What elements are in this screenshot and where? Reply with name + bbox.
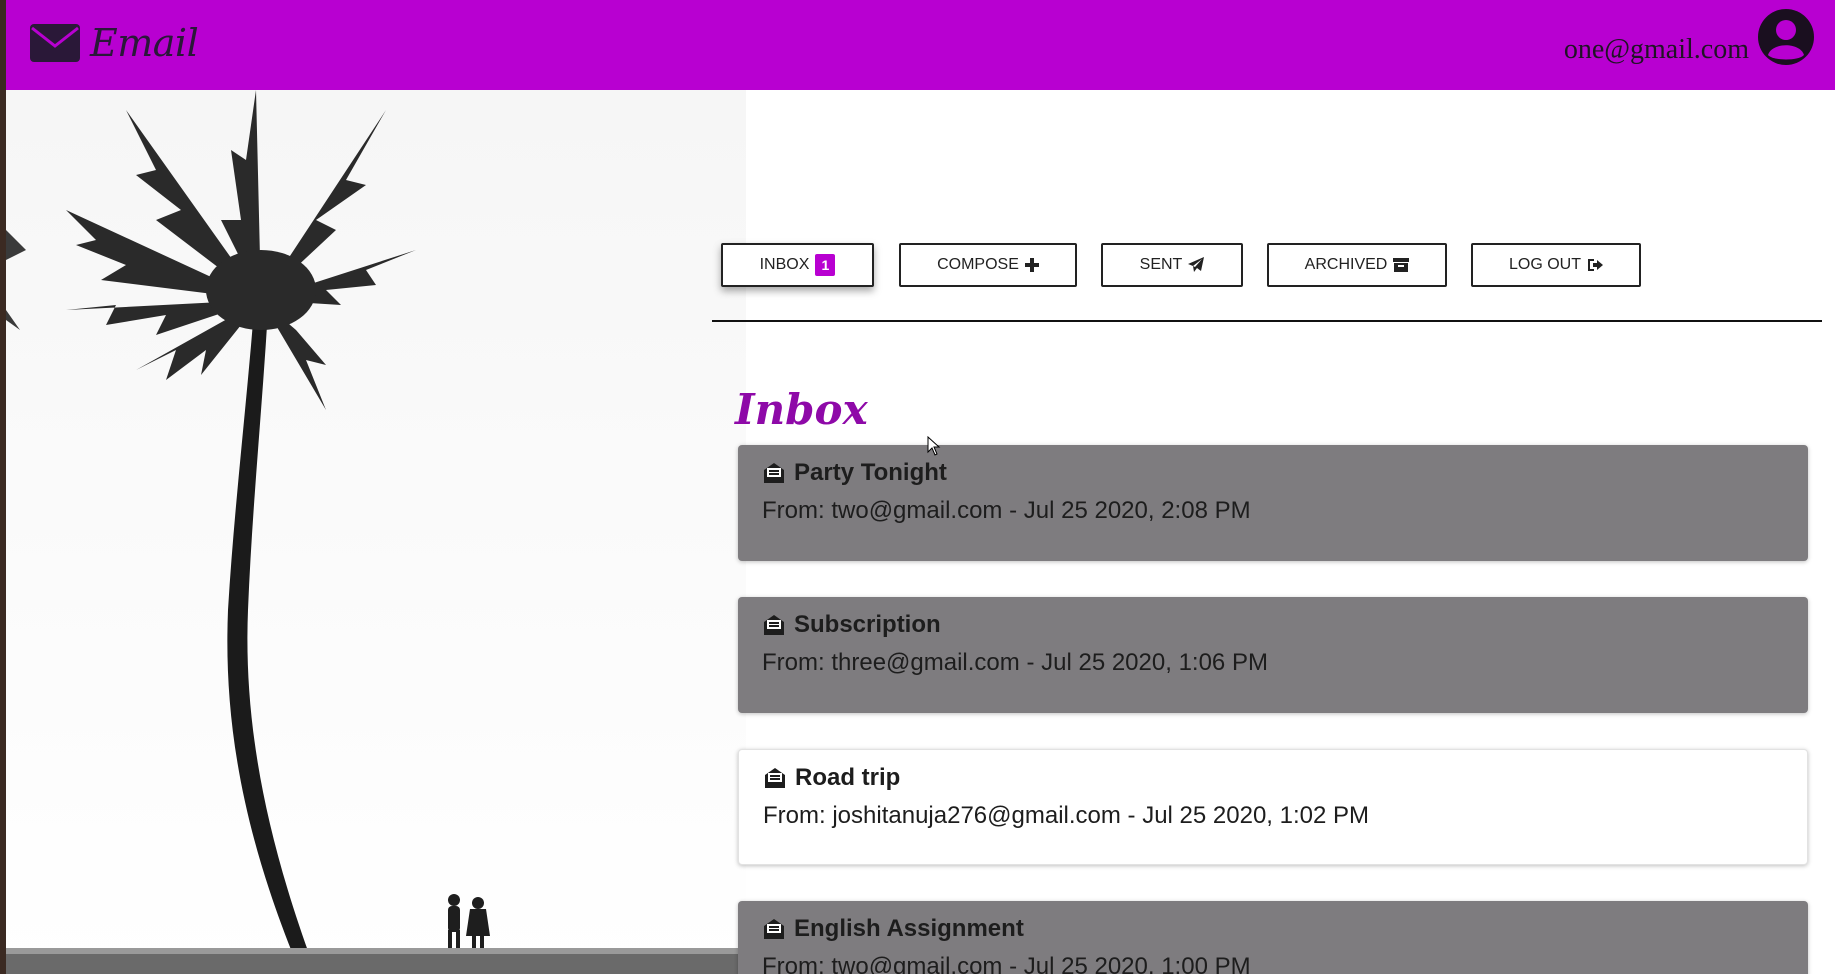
email-sender: three@gmail.com: [831, 649, 1020, 676]
nav-divider: [712, 320, 1822, 322]
meta-separator: -: [1009, 497, 1018, 524]
email-sender: joshitanuja276@gmail.com: [832, 802, 1121, 829]
email-subject: English Assignment: [794, 915, 1024, 942]
email-timestamp: Jul 25 2020, 1:00 PM: [1023, 953, 1251, 974]
email-subject: Party Tonight: [794, 459, 947, 486]
meta-separator: -: [1009, 953, 1018, 974]
archive-box-icon: [1393, 258, 1410, 272]
sign-out-icon: [1588, 259, 1603, 271]
email-sender: two@gmail.com: [831, 953, 1003, 974]
email-item[interactable]: Party Tonight From: two@gmail.com - Jul …: [738, 445, 1808, 561]
from-label: From:: [762, 649, 825, 676]
brand-logo[interactable]: Email: [30, 18, 199, 68]
background-palm-image: [6, 90, 746, 974]
from-label: From:: [762, 953, 825, 974]
user-email: one@gmail.com: [1563, 34, 1749, 65]
envelope-icon: [30, 24, 80, 62]
envelope-open-icon: [764, 919, 784, 939]
unread-count-badge: 1: [815, 254, 836, 276]
inbox-button[interactable]: INBOX 1: [721, 243, 874, 287]
sent-button-label: SENT: [1139, 256, 1183, 273]
meta-separator: -: [1127, 802, 1136, 829]
email-timestamp: Jul 25 2020, 2:08 PM: [1023, 497, 1251, 524]
user-circle-icon[interactable]: [1757, 8, 1815, 66]
sent-button[interactable]: SENT: [1101, 243, 1243, 287]
compose-button[interactable]: COMPOSE: [899, 243, 1077, 287]
archived-button[interactable]: ARCHIVED: [1267, 243, 1447, 287]
email-subject: Road trip: [795, 764, 901, 791]
brand-name: Email: [90, 21, 199, 65]
email-subject: Subscription: [794, 611, 941, 638]
email-timestamp: Jul 25 2020, 1:02 PM: [1142, 802, 1370, 829]
meta-separator: -: [1026, 649, 1035, 676]
envelope-open-icon: [765, 768, 785, 788]
app-header: Email one@gmail.com: [6, 0, 1835, 90]
compose-button-label: COMPOSE: [937, 256, 1019, 273]
paper-plane-icon: [1188, 257, 1205, 272]
archived-button-label: ARCHIVED: [1304, 256, 1388, 273]
email-item[interactable]: Road trip From: joshitanuja276@gmail.com…: [738, 749, 1808, 865]
email-item[interactable]: English Assignment From: two@gmail.com -…: [738, 901, 1808, 974]
plus-icon: [1024, 258, 1039, 272]
envelope-open-icon: [764, 615, 784, 635]
mouse-cursor-icon: [927, 436, 941, 456]
envelope-open-icon: [764, 463, 784, 483]
email-sender: two@gmail.com: [831, 497, 1003, 524]
from-label: From:: [762, 497, 825, 524]
logout-button-label: LOG OUT: [1508, 256, 1581, 273]
page-title: Inbox: [735, 385, 868, 434]
logout-button[interactable]: LOG OUT: [1471, 243, 1641, 287]
inbox-button-label: INBOX: [759, 256, 810, 273]
email-timestamp: Jul 25 2020, 1:06 PM: [1041, 649, 1268, 676]
from-label: From:: [763, 802, 826, 829]
email-item[interactable]: Subscription From: three@gmail.com - Jul…: [738, 597, 1808, 713]
